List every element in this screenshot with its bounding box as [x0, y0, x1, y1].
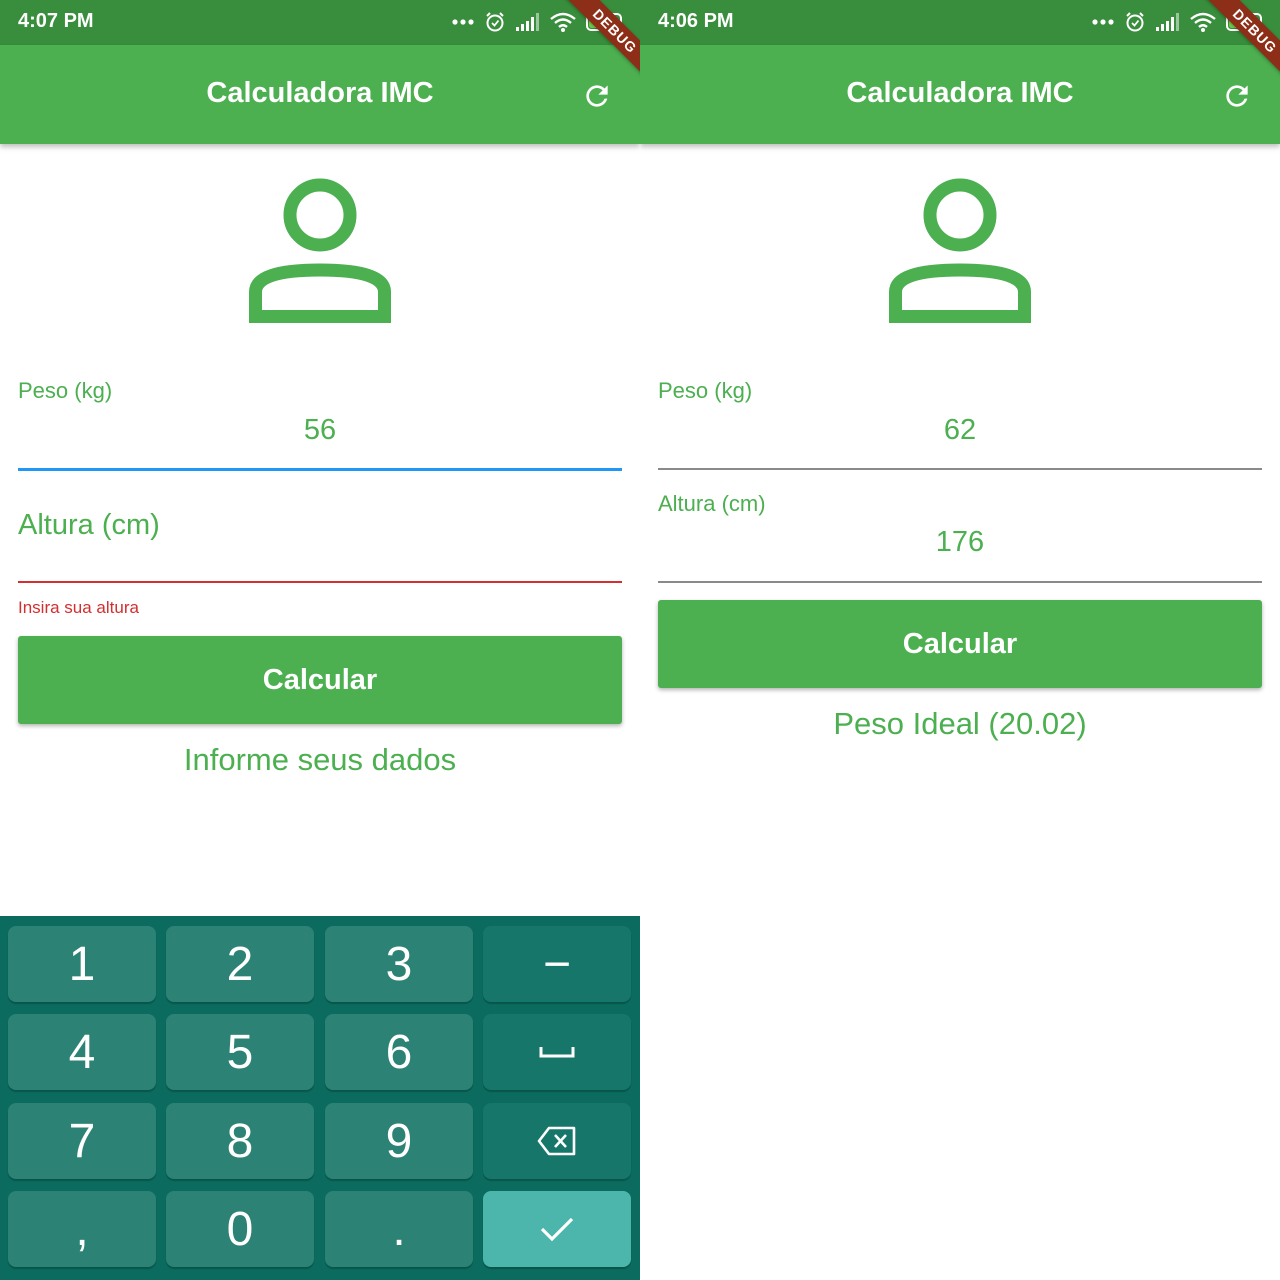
key-backspace[interactable] [483, 1103, 631, 1179]
person-outline-icon [249, 178, 391, 323]
key-6[interactable]: 6 [325, 1014, 473, 1090]
key-3[interactable]: 3 [325, 926, 473, 1002]
wifi-icon [1190, 12, 1216, 32]
altura-label: Altura (cm) [658, 491, 766, 516]
alarm-icon [486, 12, 504, 32]
peso-field[interactable]: Peso (kg) 62 [658, 378, 1262, 474]
status-bar: 4:07 PM 51 [0, 0, 640, 45]
calcular-button[interactable]: Calcular [658, 600, 1262, 688]
key-0[interactable]: 0 [166, 1191, 314, 1267]
key-7[interactable]: 7 [8, 1103, 156, 1179]
peso-label: Peso (kg) [18, 378, 113, 403]
more-dots-icon [1092, 19, 1114, 25]
person-outline-icon [889, 178, 1031, 323]
key-8[interactable]: 8 [166, 1103, 314, 1179]
result-text: Informe seus dados [183, 742, 457, 777]
key-2[interactable]: 2 [166, 926, 314, 1002]
peso-input[interactable]: 56 [18, 414, 622, 447]
app-title: Calculadora IMC [206, 77, 434, 109]
signal-icon [1156, 13, 1179, 31]
key-1[interactable]: 1 [8, 926, 156, 1002]
altura-error-text: Insira sua altura [18, 598, 139, 617]
key-comma[interactable]: , [8, 1191, 156, 1267]
left-screen: 4:07 PM 51 DEBUG Calculadora IMC Peso (k… [0, 0, 640, 1280]
calcular-button[interactable]: Calcular [18, 636, 622, 724]
backspace-icon [537, 1126, 576, 1156]
status-bar: 4:06 PM 51 [640, 0, 1280, 45]
peso-input[interactable]: 62 [658, 414, 1262, 447]
altura-underline [658, 581, 1262, 583]
result-text: Peso Ideal (20.02) [833, 706, 1087, 741]
app-bar: Calculadora IMC [0, 45, 640, 144]
peso-underline-focused [18, 468, 622, 471]
refresh-icon [586, 85, 608, 107]
peso-label: Peso (kg) [658, 378, 753, 403]
key-space[interactable] [483, 1014, 631, 1090]
refresh-button[interactable] [1216, 75, 1258, 117]
peso-underline [658, 468, 1262, 470]
key-done[interactable] [483, 1191, 631, 1267]
right-screen: 4:06 PM 51 DEBUG Calculadora IMC Peso (k… [640, 0, 1280, 1280]
app-bar: Calculadora IMC [640, 45, 1280, 144]
wifi-icon [550, 12, 576, 32]
more-dots-icon [452, 19, 474, 25]
altura-underline-error [18, 581, 622, 583]
refresh-icon [1226, 85, 1248, 107]
key-period[interactable]: . [325, 1191, 473, 1267]
altura-field[interactable]: Altura (cm) 176 [658, 491, 1262, 587]
key-minus[interactable]: − [483, 926, 631, 1002]
status-time: 4:06 PM [658, 10, 734, 32]
key-9[interactable]: 9 [325, 1103, 473, 1179]
space-icon [539, 1047, 575, 1058]
app-title: Calculadora IMC [846, 77, 1074, 109]
altura-label: Altura (cm) [18, 509, 160, 541]
numeric-keyboard: 1 2 3 − 4 5 6 7 8 9 , 0 . [0, 916, 640, 1280]
key-4[interactable]: 4 [8, 1014, 156, 1090]
alarm-icon [1126, 12, 1144, 32]
peso-field[interactable]: Peso (kg) 56 [18, 378, 622, 474]
signal-icon [516, 13, 539, 31]
refresh-button[interactable] [576, 75, 618, 117]
altura-field[interactable]: Altura (cm) Insira sua altura [18, 505, 622, 625]
status-time: 4:07 PM [18, 10, 94, 32]
altura-input[interactable]: 176 [658, 526, 1262, 559]
check-icon [540, 1217, 574, 1242]
key-5[interactable]: 5 [166, 1014, 314, 1090]
